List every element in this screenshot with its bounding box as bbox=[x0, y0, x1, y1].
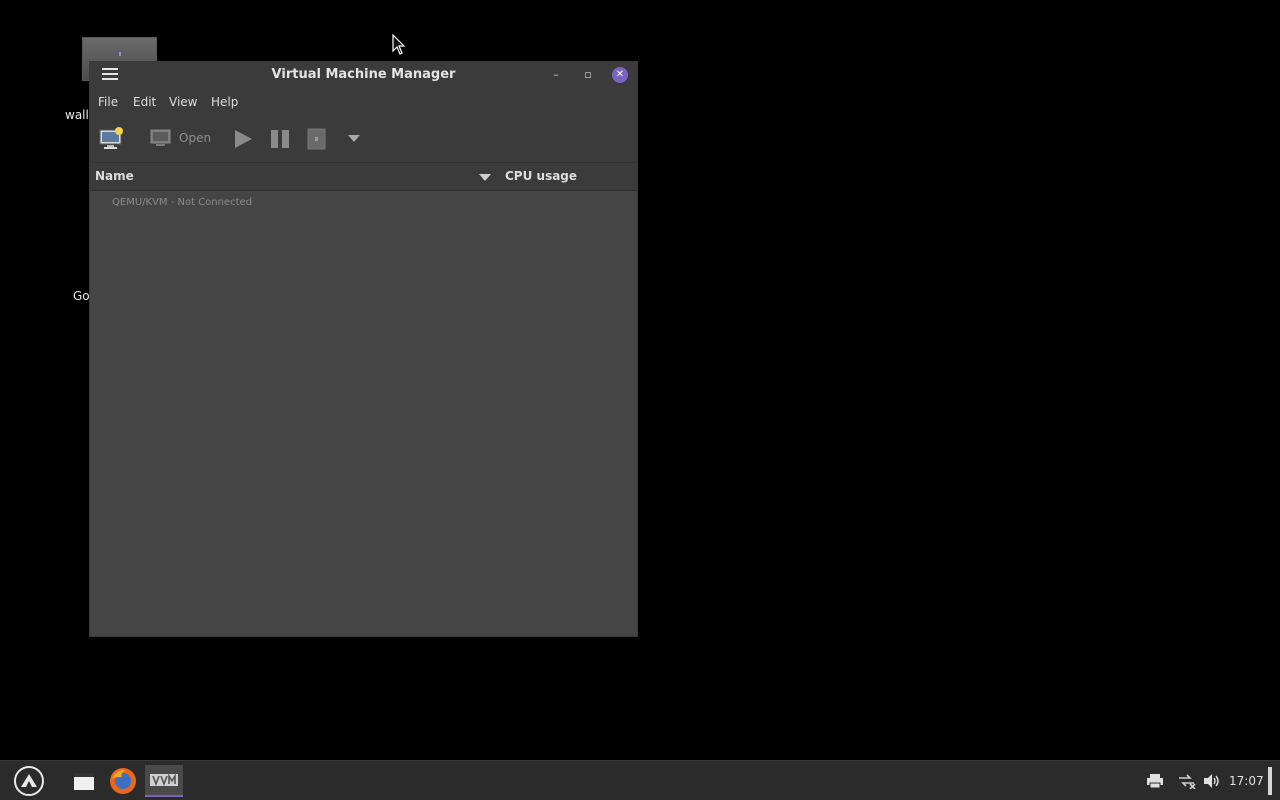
connection-row[interactable]: QEMU/KVM - Not Connected bbox=[90, 195, 637, 213]
toolbar: Open bbox=[90, 115, 637, 163]
maximize-button[interactable]: ▫ bbox=[580, 67, 596, 83]
column-header-cpu-usage[interactable]: CPU usage bbox=[505, 169, 577, 183]
mouse-pointer-icon bbox=[392, 34, 406, 55]
minimize-button[interactable]: – bbox=[548, 67, 564, 83]
desktop-icon-label-wall[interactable]: wall bbox=[65, 108, 89, 122]
menubar: File Edit View Help bbox=[90, 89, 637, 115]
menu-edit[interactable]: Edit bbox=[133, 95, 156, 109]
shutdown-dropdown-chevron-down-icon[interactable] bbox=[348, 135, 360, 143]
menu-view[interactable]: View bbox=[169, 95, 197, 109]
virt-manager-taskbar-button[interactable] bbox=[145, 765, 183, 797]
open-button[interactable]: Open bbox=[150, 128, 212, 150]
shutdown-button[interactable] bbox=[307, 128, 327, 150]
printer-icon[interactable] bbox=[1146, 773, 1164, 789]
pause-button[interactable] bbox=[270, 129, 290, 149]
monitor-icon bbox=[150, 129, 171, 146]
desktop-icon-label-go[interactable]: Go bbox=[73, 289, 90, 303]
connection-label: QEMU/KVM - Not Connected bbox=[112, 197, 253, 208]
new-vm-button[interactable] bbox=[99, 126, 125, 150]
start-menu-icon[interactable] bbox=[13, 765, 45, 797]
sort-chevron-down-icon[interactable] bbox=[479, 174, 491, 181]
network-disconnected-icon[interactable] bbox=[1177, 773, 1197, 789]
close-button[interactable]: ✕ bbox=[612, 67, 628, 83]
virt-manager-window: Virtual Machine Manager – ▫ ✕ File Edit … bbox=[89, 61, 638, 637]
column-header: Name CPU usage bbox=[90, 163, 637, 191]
clock[interactable]: 17:07 bbox=[1229, 774, 1264, 788]
titlebar[interactable]: Virtual Machine Manager – ▫ ✕ bbox=[90, 62, 637, 89]
terminal-icon[interactable] bbox=[72, 765, 98, 797]
menu-help[interactable]: Help bbox=[211, 95, 238, 109]
volume-icon[interactable] bbox=[1203, 773, 1221, 789]
column-header-name[interactable]: Name bbox=[95, 169, 134, 183]
open-label: Open bbox=[179, 131, 212, 145]
menu-file[interactable]: File bbox=[98, 95, 118, 109]
run-button[interactable] bbox=[233, 129, 253, 149]
firefox-icon[interactable] bbox=[108, 765, 138, 797]
show-desktop-button[interactable] bbox=[1268, 767, 1272, 795]
virt-manager-icon bbox=[150, 773, 178, 787]
taskbar: 17:07 bbox=[0, 760, 1280, 800]
